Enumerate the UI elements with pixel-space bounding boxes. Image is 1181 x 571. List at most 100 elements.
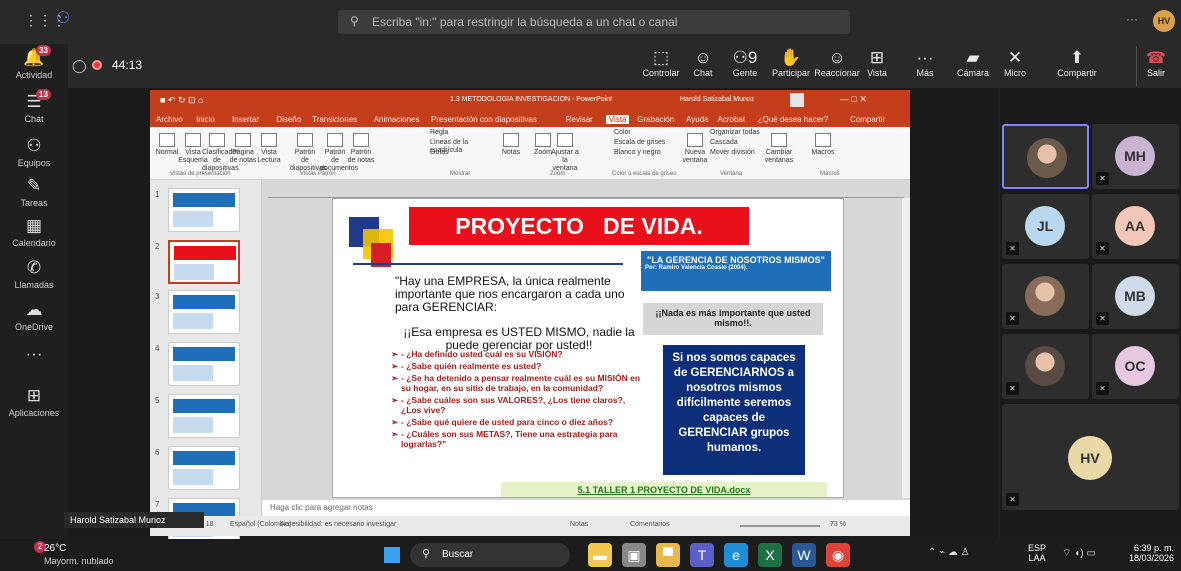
teams-icon[interactable]: T — [690, 543, 714, 567]
slide-thumbnail[interactable] — [168, 290, 240, 334]
notes-pane[interactable]: Haga clic para agregar notas — [262, 500, 910, 516]
slide-thumbnail[interactable] — [168, 394, 240, 438]
zoom-slider[interactable] — [740, 525, 820, 527]
control-micro[interactable]: ✕ Micro — [990, 48, 1040, 78]
ppt-tab[interactable]: Revisar — [566, 115, 593, 124]
slide-thumbnail[interactable] — [168, 446, 240, 490]
ribbon-16[interactable]: Blanco y negro — [614, 149, 684, 157]
window-controls[interactable]: — □ ✕ — [840, 94, 867, 105]
vertical-scrollbar[interactable] — [902, 198, 910, 498]
ppt-ribbon: Normal Vista Esquema Clasificador de diapo… — [150, 127, 910, 180]
rail-item-onedrive[interactable]: ☁ OneDrive — [0, 300, 68, 332]
taskbar-search-label: Buscar — [442, 549, 474, 560]
ribbon-5[interactable]: Patrón de diapositivas — [290, 133, 327, 173]
participant-tile[interactable]: ✕ — [1002, 264, 1089, 329]
ppt-tab[interactable]: Ayuda — [686, 115, 709, 124]
participant-tile[interactable]: OC ✕ — [1092, 334, 1179, 399]
chrome-icon[interactable]: ◉ — [826, 543, 850, 567]
store-icon[interactable]: ▣ — [622, 543, 646, 567]
participant-tile[interactable]: AA ✕ — [1092, 194, 1179, 259]
file-explorer-icon[interactable]: ▬ — [588, 543, 612, 567]
ribbon-13[interactable]: Ajustar a la ventana — [550, 133, 580, 173]
rail-item-equipos[interactable]: ⚇ Equipos — [0, 136, 68, 168]
ribbon-15[interactable]: Escala de grises — [614, 139, 684, 147]
ribbon-17[interactable]: Nueva ventana — [680, 133, 710, 165]
ribbon-14[interactable]: Color — [614, 129, 684, 137]
ribbon-11[interactable]: Notas — [496, 133, 526, 157]
profile-avatar[interactable]: HV — [1153, 10, 1175, 32]
control-participar[interactable]: ✋ Participar — [766, 48, 816, 78]
ppt-tab[interactable]: Archivo — [156, 115, 183, 124]
participant-tile[interactable]: MH ✕ — [1092, 124, 1179, 189]
leave-button[interactable]: ☎ Salir — [1136, 48, 1176, 78]
quick-access-icons[interactable]: ■ ↶ ↻ ⊡ ⌂ — [160, 95, 204, 106]
rail-item-actividad[interactable]: 🔔 33 Actividad — [0, 45, 68, 80]
time: 6:39 p. m. — [1133, 543, 1174, 553]
control-compartir[interactable]: ⬆ Compartir — [1052, 48, 1102, 78]
ribbon-7[interactable]: Patrón de notas — [346, 133, 376, 165]
ppt-tab[interactable]: Vista — [605, 115, 630, 124]
question-list: ➢ - ¿Ha definido usted cuál es su VISIÓN?… — [391, 349, 641, 451]
gerenciar-box: Si nos somos capaces de GERENCIARNOS a n… — [663, 345, 805, 475]
rail-item-more[interactable]: ··· — [0, 344, 68, 366]
rail-label: OneDrive — [14, 322, 53, 332]
taskbar-search[interactable]: ⚲ Buscar — [410, 543, 570, 567]
ribbon-icon — [815, 133, 831, 147]
wifi-sound-battery-icons[interactable]: ⌔ ◖) ▭ — [1062, 547, 1096, 560]
ribbon-21[interactable]: Cambiar ventanas — [764, 133, 794, 165]
calendar-icon: ▦ — [25, 216, 43, 235]
participant-tile[interactable]: ✕ — [1002, 334, 1089, 399]
ppt-tab[interactable]: Animaciones — [374, 115, 420, 124]
rail-item-llamadas[interactable]: ✆ Llamadas — [0, 258, 68, 290]
weather-desc[interactable]: Mayorm. nublado — [44, 556, 114, 566]
slide-thumbnail[interactable] — [168, 240, 240, 284]
ppt-tab[interactable]: Acrobat — [718, 115, 746, 124]
ppt-tab[interactable]: Diseño — [276, 115, 301, 124]
ppt-tab[interactable]: Transiciones — [312, 115, 357, 124]
control-vista[interactable]: ⊞ Vista — [852, 48, 902, 78]
ppt-tab[interactable]: ¿Qué desea hacer? — [758, 115, 829, 124]
control-más[interactable]: ··· Más — [900, 48, 950, 78]
folder-icon[interactable]: ▀ — [656, 543, 680, 567]
language-indicator[interactable]: ESP LAA — [1028, 543, 1046, 563]
thumb-number: 2 — [155, 242, 160, 251]
rail-item-aplicaciones[interactable]: ⊞ Aplicaciones — [0, 386, 68, 418]
participant-tile[interactable]: HV ✕ — [1002, 404, 1179, 510]
weather-temp[interactable]: 26°C — [44, 543, 66, 554]
ribbon-10[interactable]: Guías — [430, 149, 500, 157]
share-button[interactable]: Compartir — [850, 115, 885, 124]
participant-tile[interactable] — [1002, 124, 1089, 189]
control-gente[interactable]: ⚇9 Gente — [720, 48, 770, 78]
box-author: Por: Ramiro Valencia Cossio (2004). — [645, 265, 748, 271]
ribbon-22[interactable]: Macros — [808, 133, 838, 157]
ribbon-4[interactable]: Vista Lectura — [254, 133, 284, 165]
bullet-arrow-icon: ➢ — [391, 429, 399, 439]
participant-tile[interactable]: JL ✕ — [1002, 194, 1089, 259]
word-icon[interactable]: W — [792, 543, 816, 567]
rail-item-calendario[interactable]: ▦ Calendario — [0, 216, 68, 248]
edge-icon[interactable]: e — [724, 543, 748, 567]
rail-item-chat[interactable]: ☰ 13 Chat — [0, 89, 68, 124]
status-item[interactable]: Comentarios — [630, 521, 670, 528]
ribbon-label: Color — [614, 129, 631, 136]
status-item[interactable]: Notas — [570, 521, 588, 528]
ppt-tab[interactable]: Inicio — [196, 115, 215, 124]
status-item[interactable]: 73 % — [830, 521, 846, 528]
more-options-icon[interactable]: ··· — [1126, 12, 1138, 26]
slide-thumbnail[interactable] — [168, 342, 240, 386]
excel-icon[interactable]: X — [758, 543, 782, 567]
ppt-tab[interactable]: Presentación con diapositivas — [431, 115, 537, 124]
participant-tile[interactable]: MB ✕ — [1092, 264, 1179, 329]
thumbnail-pane[interactable]: 1 2 3 4 5 6 7 — [150, 180, 262, 542]
tray-icons[interactable]: ⌃ ⌁ ☁ ♙ — [928, 547, 970, 558]
search-bar[interactable]: ⚲ Escriba "in:" para restringir la búsqu… — [338, 10, 850, 34]
taller-link[interactable]: 5.1 TALLER 1 PROYECTO DE VIDA.docx — [501, 482, 827, 497]
ribbon-8[interactable]: Regla — [430, 129, 500, 137]
clock[interactable]: 6:39 p. m. 18/03/2026 — [1116, 543, 1174, 563]
ppt-tab[interactable]: Insertar — [232, 115, 259, 124]
ribbon-label: Notas — [501, 149, 521, 156]
start-icon[interactable] — [384, 547, 400, 563]
rail-item-tareas[interactable]: ✎ Tareas — [0, 176, 68, 208]
ppt-tab[interactable]: Grabación — [637, 115, 674, 124]
slide-thumbnail[interactable] — [168, 188, 240, 232]
